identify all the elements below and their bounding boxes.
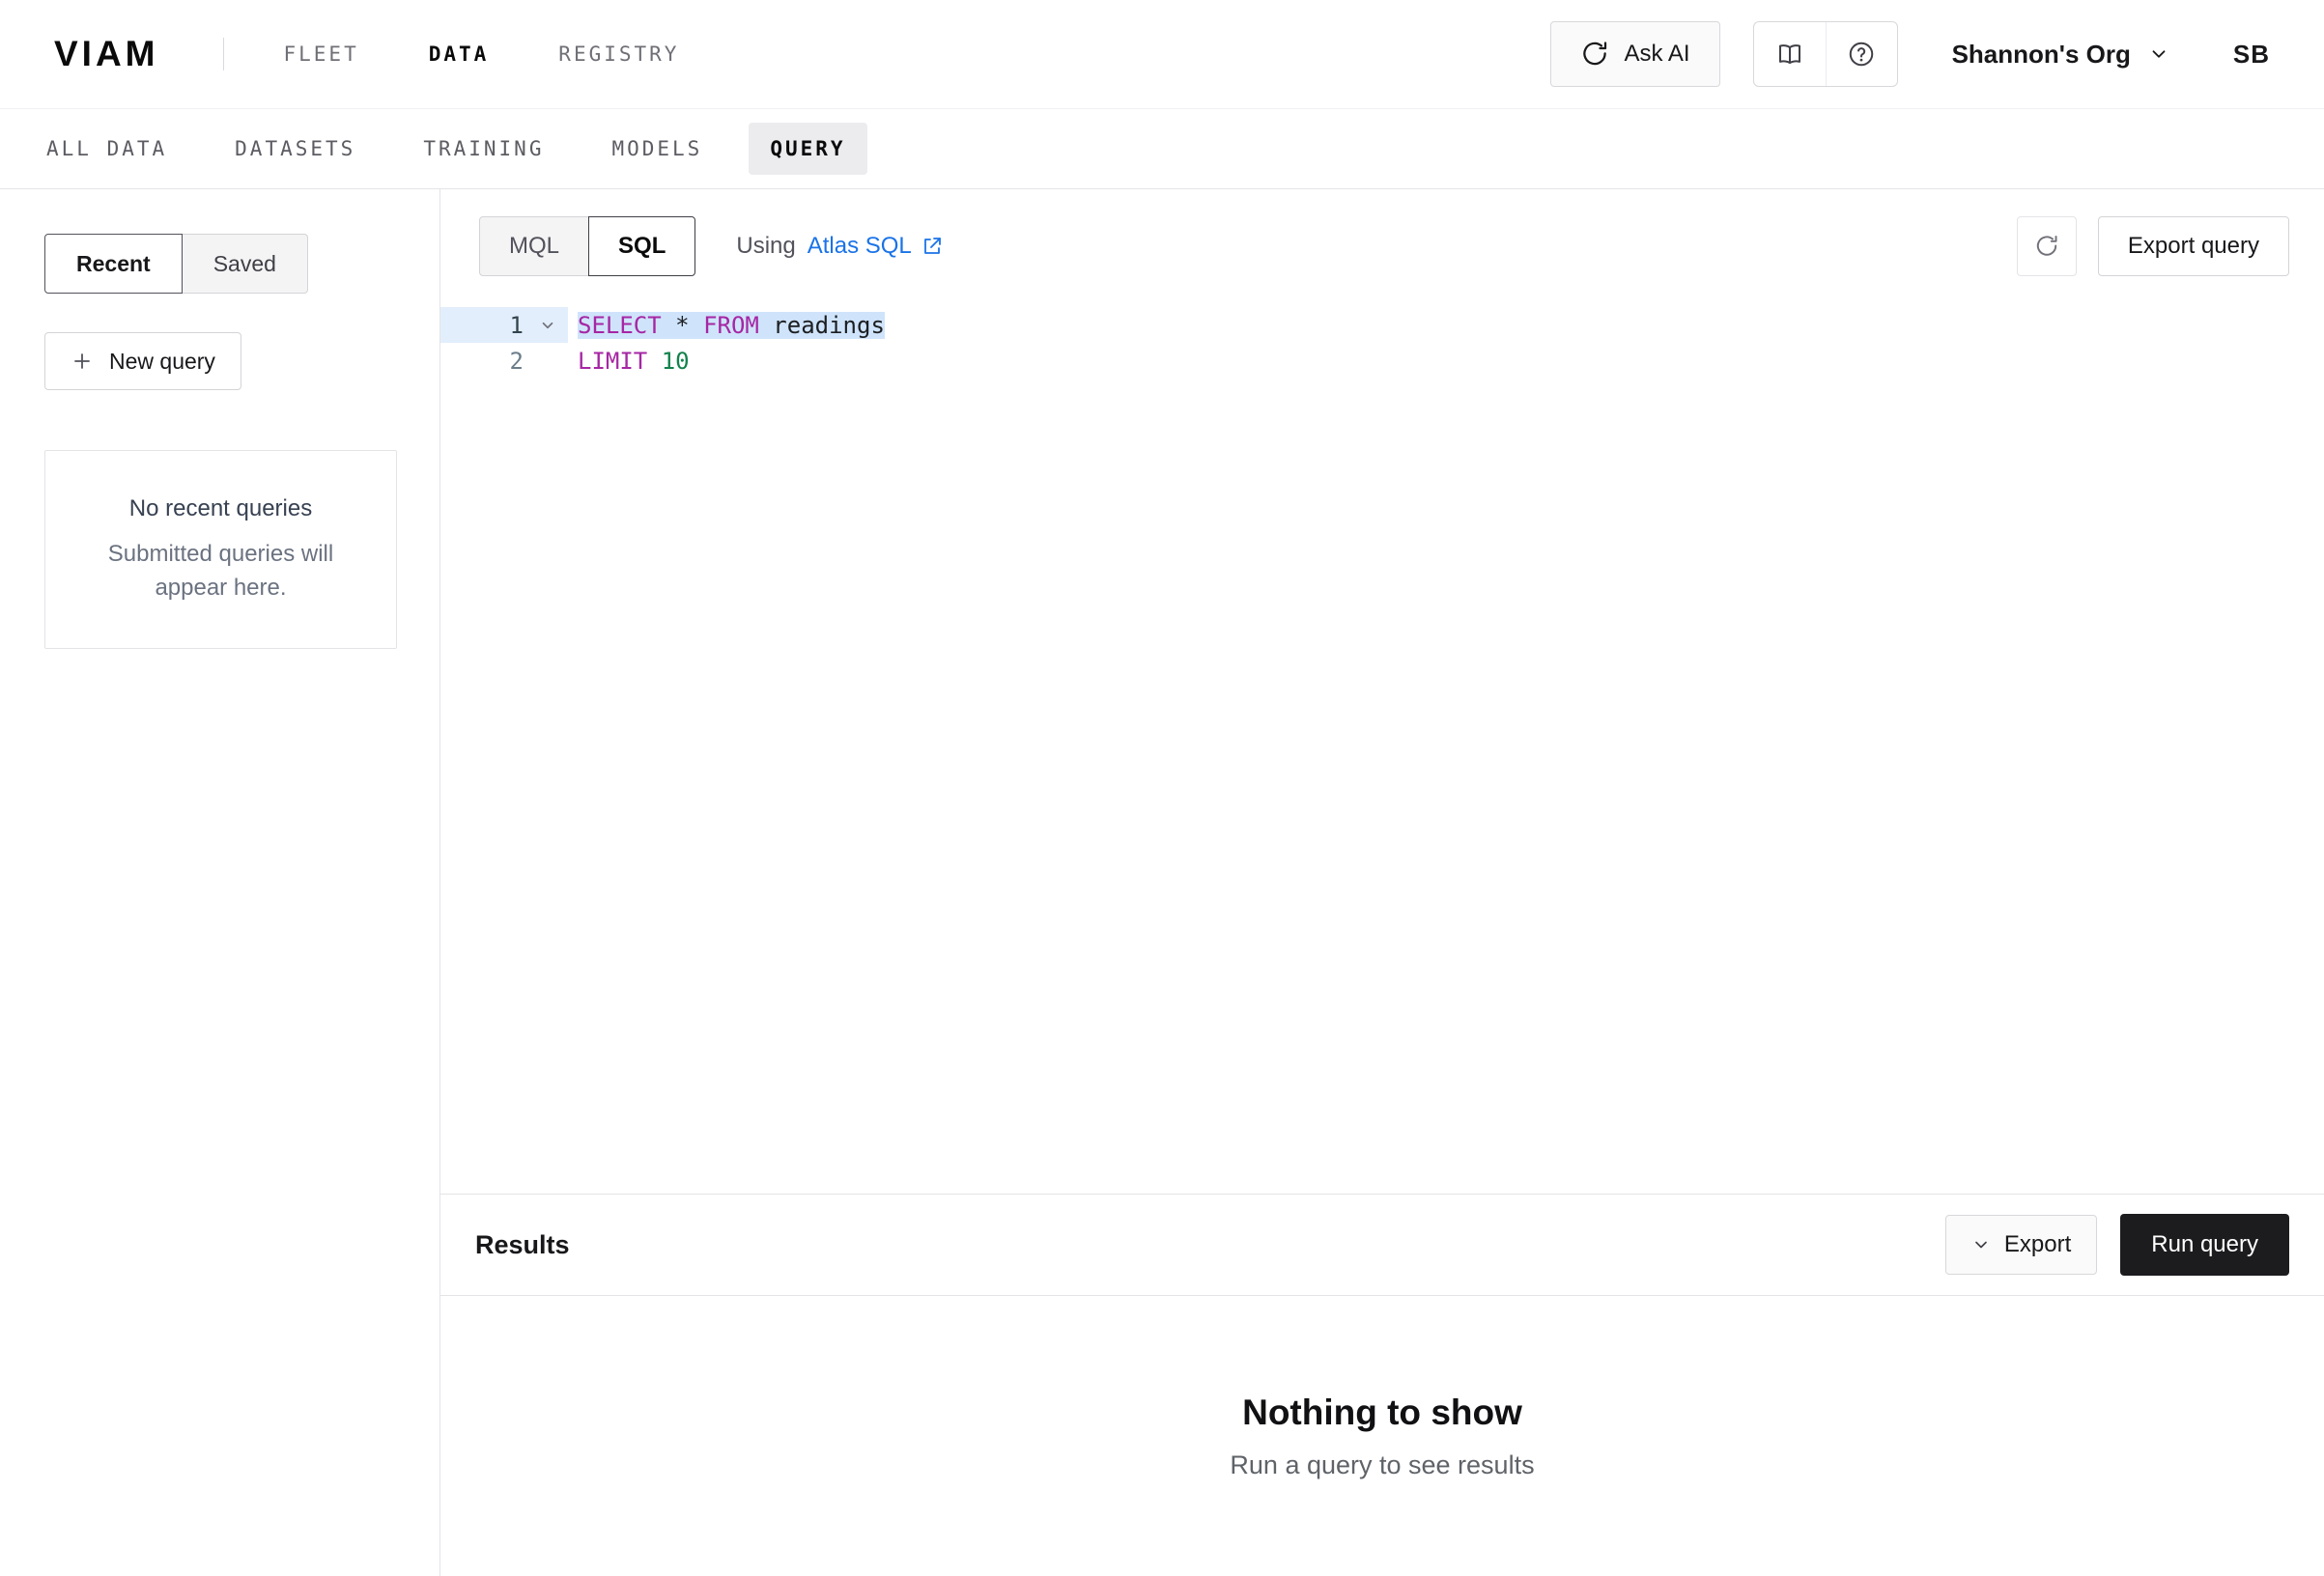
avatar[interactable]: SB <box>2233 40 2270 70</box>
recent-tab[interactable]: Recent <box>44 234 183 294</box>
refresh-icon <box>2034 234 2059 259</box>
tab-training[interactable]: TRAINING <box>402 123 565 175</box>
docs-button[interactable] <box>1754 22 1826 86</box>
query-sidebar: Recent Saved New query No recent queries… <box>0 189 440 1576</box>
nav-registry[interactable]: REGISTRY <box>558 42 679 66</box>
tab-all-data[interactable]: ALL DATA <box>25 123 188 175</box>
editor-toolbar-right: Export query <box>2017 216 2289 276</box>
header-right: Ask AI <box>1550 21 2270 87</box>
tab-models[interactable]: MODELS <box>590 123 723 175</box>
gutter-line-1: 1 <box>440 307 568 343</box>
results-title: Results <box>475 1230 570 1260</box>
header-left: VIAM FLEET DATA REGISTRY <box>54 34 679 74</box>
query-mode-toggle: MQL SQL <box>479 216 695 276</box>
tab-query[interactable]: QUERY <box>749 123 866 175</box>
ask-ai-label: Ask AI <box>1625 41 1690 68</box>
saved-tab[interactable]: Saved <box>183 234 308 294</box>
results-empty-subtitle: Run a query to see results <box>1230 1450 1534 1480</box>
main-nav: FLEET DATA REGISTRY <box>284 42 680 66</box>
new-query-label: New query <box>109 349 215 375</box>
empty-queries-subtitle: Submitted queries will appear here. <box>78 538 363 605</box>
empty-queries-title: No recent queries <box>78 495 363 522</box>
line-number: 2 <box>440 348 527 375</box>
editor-toolbar: MQL SQL Using Atlas SQL <box>440 189 2324 303</box>
using-label: Using <box>736 233 795 260</box>
org-switcher[interactable]: Shannon's Org <box>1952 40 2169 70</box>
data-tabbar: ALL DATA DATASETS TRAINING MODELS QUERY <box>0 109 2324 189</box>
sql-tab[interactable]: SQL <box>588 216 695 276</box>
top-header: VIAM FLEET DATA REGISTRY Ask AI <box>0 0 2324 109</box>
viam-logo[interactable]: VIAM <box>54 34 159 74</box>
run-query-button[interactable]: Run query <box>2120 1214 2289 1276</box>
nav-fleet[interactable]: FLEET <box>284 42 359 66</box>
query-main: MQL SQL Using Atlas SQL <box>440 189 2324 1576</box>
tab-datasets[interactable]: DATASETS <box>213 123 377 175</box>
using-atlas-sql: Using Atlas SQL <box>736 233 943 260</box>
help-icon-group <box>1753 21 1898 87</box>
results-header: Results Export Run query <box>440 1194 2324 1296</box>
code-line-1[interactable]: 1 SELECT * FROM readings <box>440 307 2324 343</box>
external-link-icon <box>921 235 944 258</box>
book-icon <box>1775 40 1804 69</box>
results-empty-state: Nothing to show Run a query to see resul… <box>440 1296 2324 1576</box>
page-body: Recent Saved New query No recent queries… <box>0 189 2324 1576</box>
code-text-line-1: SELECT * FROM readings <box>568 312 885 339</box>
sql-code-editor[interactable]: 1 SELECT * FROM readings 2 LIMI <box>440 303 2324 1194</box>
code-text-line-2: LIMIT 10 <box>568 348 690 375</box>
atlas-sql-link[interactable]: Atlas SQL <box>808 233 944 260</box>
code-line-2[interactable]: 2 LIMIT 10 <box>440 343 2324 379</box>
chevron-down-icon <box>2148 43 2169 65</box>
results-empty-title: Nothing to show <box>1242 1393 1522 1433</box>
mql-tab[interactable]: MQL <box>479 216 589 276</box>
fold-chevron-icon[interactable] <box>527 317 568 334</box>
chevron-down-icon <box>1971 1235 1991 1254</box>
gutter-line-2: 2 <box>440 343 568 379</box>
recent-saved-toggle: Recent Saved <box>44 234 397 294</box>
refresh-query-button[interactable] <box>2017 216 2077 276</box>
ask-ai-icon <box>1580 40 1609 69</box>
line-number: 1 <box>440 312 527 339</box>
results-actions: Export Run query <box>1945 1214 2289 1276</box>
export-results-button[interactable]: Export <box>1945 1215 2097 1275</box>
atlas-sql-link-label: Atlas SQL <box>808 233 912 260</box>
new-query-button[interactable]: New query <box>44 332 241 390</box>
org-name: Shannon's Org <box>1952 40 2131 70</box>
export-results-label: Export <box>2004 1231 2071 1258</box>
help-button[interactable] <box>1826 22 1897 86</box>
ask-ai-button[interactable]: Ask AI <box>1550 21 1720 87</box>
export-query-button[interactable]: Export query <box>2098 216 2289 276</box>
header-divider <box>223 38 224 70</box>
nav-data[interactable]: DATA <box>429 42 490 66</box>
help-icon <box>1847 40 1876 69</box>
recent-queries-empty-state: No recent queries Submitted queries will… <box>44 450 397 649</box>
viam-data-query-page: VIAM FLEET DATA REGISTRY Ask AI <box>0 0 2324 1576</box>
plus-icon <box>71 350 94 373</box>
